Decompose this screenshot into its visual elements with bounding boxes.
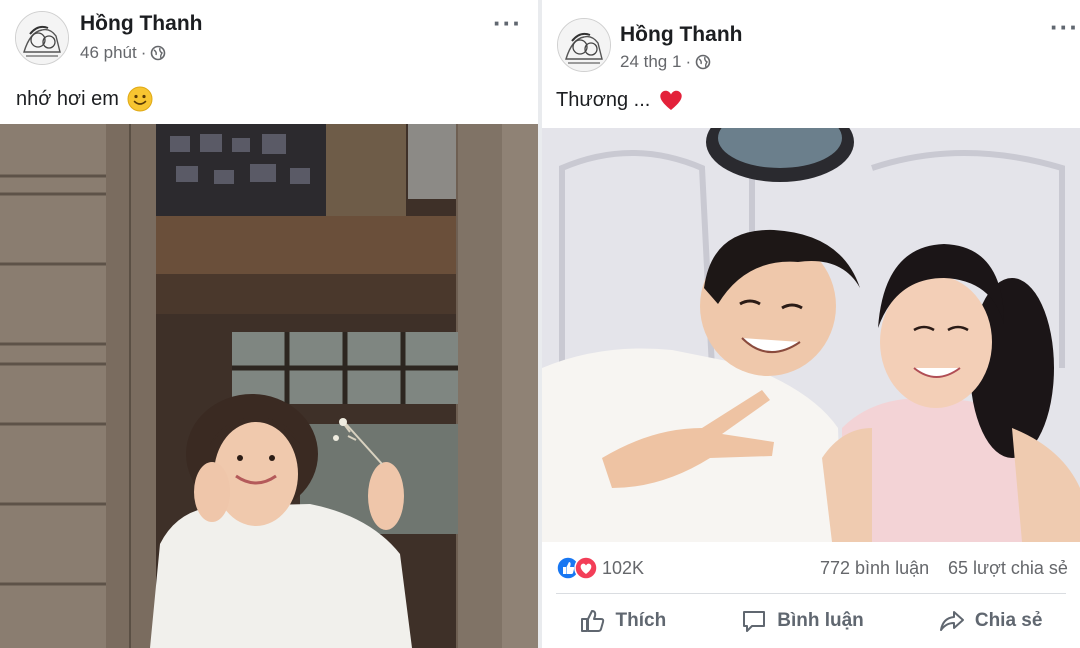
avatar[interactable]	[15, 11, 69, 65]
post-meta: 24 thg 1 ·	[620, 52, 711, 72]
slightly-smiling-face-icon	[127, 86, 153, 112]
like-label: Thích	[615, 610, 667, 631]
meta-separator: ·	[140, 43, 147, 62]
red-heart-icon	[660, 90, 683, 110]
photo-couple-selfie	[542, 128, 1080, 542]
avatar-sketch-icon	[558, 19, 610, 71]
comment-count[interactable]: 772 bình luận	[820, 558, 929, 579]
thumbs-up-icon	[580, 610, 604, 632]
comment-bubble-icon	[743, 611, 766, 632]
more-options-icon[interactable]: ···	[493, 10, 522, 36]
globe-icon	[151, 45, 166, 61]
reactions-bar: 102K 772 bình luận 65 lượt chia sẻ	[542, 548, 1080, 588]
share-button[interactable]: Chia sẻ	[925, 603, 1057, 639]
share-arrow-icon	[939, 611, 964, 631]
divider	[556, 593, 1066, 594]
avatar[interactable]	[557, 18, 611, 72]
status-text: nhớ hơi em	[16, 87, 119, 110]
reaction-count: 102K	[602, 557, 645, 578]
more-options-icon[interactable]: ···	[1050, 14, 1079, 40]
post-left: Hồng Thanh 46 phút · ··· nhớ hơi em	[0, 0, 538, 648]
post-header: Hồng Thanh 46 phút · ···	[0, 0, 538, 70]
comment-label: Bình luận	[777, 610, 864, 631]
post-time[interactable]: 46 phút	[80, 43, 137, 63]
post-photo[interactable]	[542, 128, 1080, 542]
meta-separator: ·	[685, 52, 692, 71]
photo-girl-at-wooden-window	[0, 124, 538, 648]
author-name[interactable]: Hồng Thanh	[620, 23, 742, 47]
reaction-summary[interactable]: 102K	[556, 556, 644, 580]
status-line: Thương ...	[556, 88, 684, 112]
post-time[interactable]: 24 thg 1	[620, 52, 681, 72]
status-text: Thương ...	[556, 88, 651, 111]
status-line: nhớ hơi em	[16, 86, 153, 112]
action-bar: Thích Bình luận Chia sẻ	[542, 598, 1080, 644]
globe-icon	[695, 54, 711, 70]
share-count[interactable]: 65 lượt chia sẻ	[948, 558, 1068, 579]
post-meta: 46 phút ·	[80, 43, 166, 63]
author-name[interactable]: Hồng Thanh	[80, 12, 202, 36]
share-label: Chia sẻ	[974, 610, 1043, 631]
comment-button[interactable]: Bình luận	[727, 603, 878, 639]
post-header: Hồng Thanh 24 thg 1 · ···	[542, 0, 1080, 72]
post-right: Hồng Thanh 24 thg 1 · ··· Thương ... 102…	[542, 0, 1080, 648]
avatar-sketch-icon	[16, 12, 68, 64]
like-love-reaction-icons	[556, 556, 598, 580]
like-button[interactable]: Thích	[566, 603, 681, 639]
post-photo[interactable]	[0, 124, 538, 648]
